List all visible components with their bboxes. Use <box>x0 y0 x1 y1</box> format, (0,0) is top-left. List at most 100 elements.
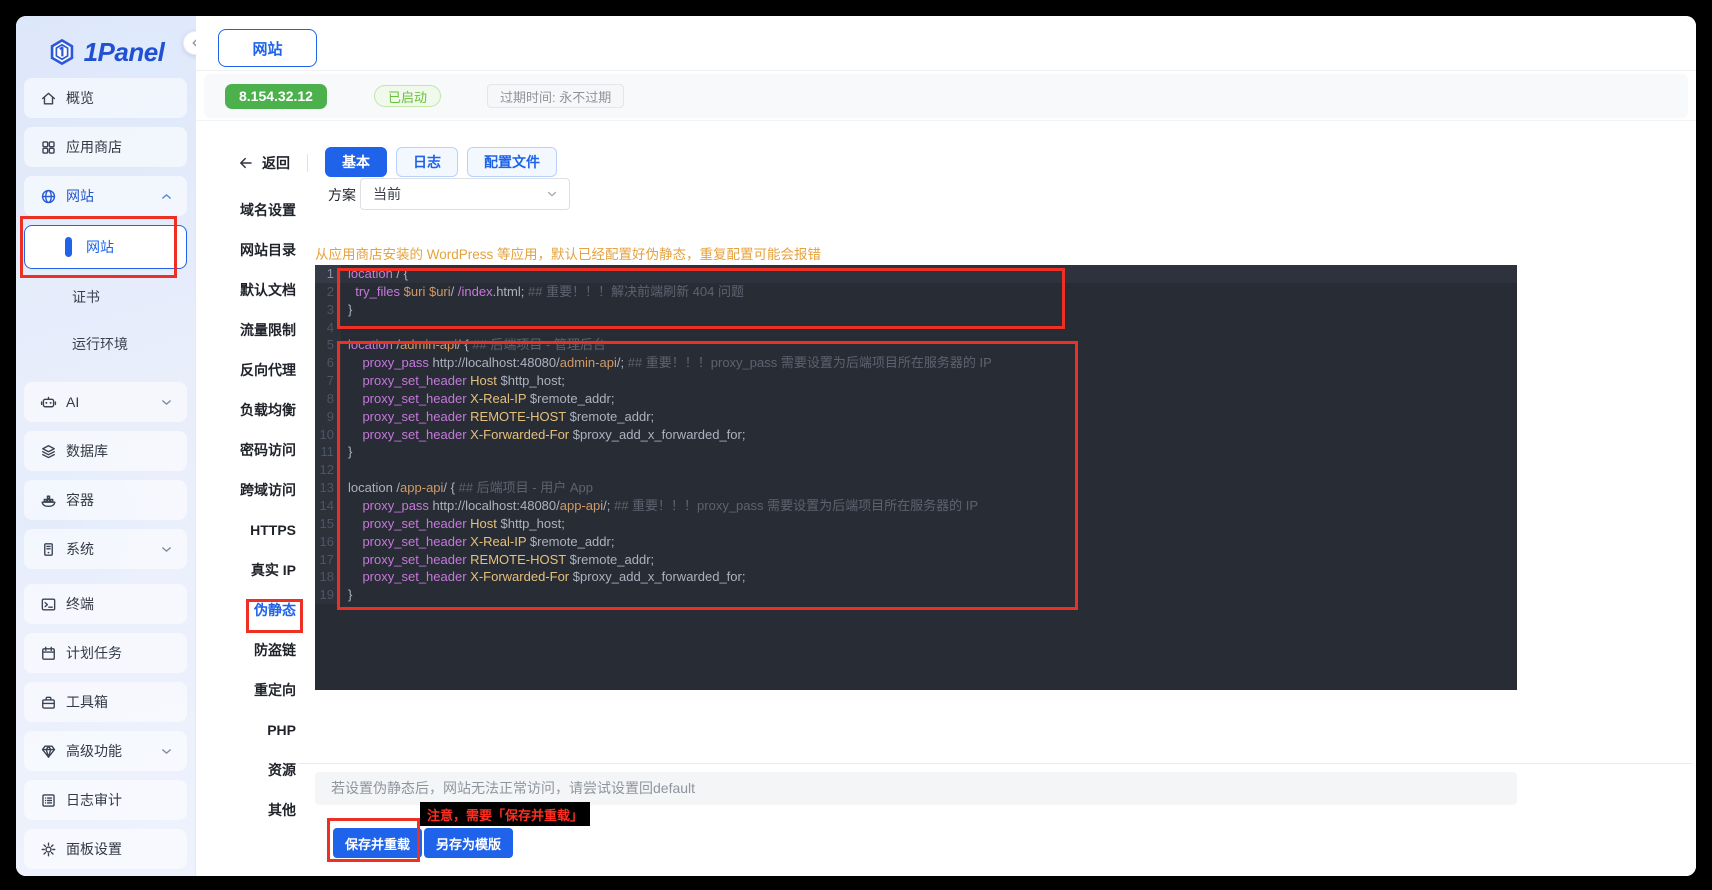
sidebar-item-system[interactable]: 系统 <box>24 529 187 569</box>
sidebar-item-label: 网站 <box>66 186 94 206</box>
sidebar-item-label: 终端 <box>66 594 94 614</box>
sidebar-item-cronjob[interactable]: 计划任务 <box>24 633 187 673</box>
layers-icon <box>40 443 57 460</box>
code-token <box>348 569 362 584</box>
code-line: 3} <box>315 301 1517 319</box>
line-number: 9 <box>315 408 341 426</box>
sidebar-item-audit[interactable]: 日志审计 <box>24 780 187 820</box>
line-number: 2 <box>315 283 341 301</box>
subnav-item-php[interactable]: PHP <box>210 719 296 741</box>
sidebar-item-label: 容器 <box>66 490 94 510</box>
sidebar-item-terminal[interactable]: 终端 <box>24 584 187 624</box>
code-line-content: try_files $uri $uri/ /index.html; ## 重要！… <box>341 283 744 301</box>
subnav-item-real-ip[interactable]: 真实 IP <box>210 559 296 581</box>
subnav-item-domain[interactable]: 域名设置 <box>210 199 296 221</box>
subnav-item-cors[interactable]: 跨域访问 <box>210 479 296 501</box>
subnav-item-site-dir[interactable]: 网站目录 <box>210 239 296 261</box>
code-token: ## 重要！！！proxy_pass 需要设置为后端项目所在服务器的 IP <box>628 355 992 370</box>
sidebar-item-appstore[interactable]: 应用商店 <box>24 127 187 167</box>
subnav-item-load-balance[interactable]: 负载均衡 <box>210 399 296 421</box>
subnav-item-https[interactable]: HTTPS <box>210 519 296 541</box>
code-token: $uri <box>429 284 451 299</box>
line-number: 19 <box>315 586 341 604</box>
line-number: 13 <box>315 479 341 497</box>
sidebar-item-overview[interactable]: 概览 <box>24 78 187 118</box>
sidebar-item-ai[interactable]: AI <box>24 382 187 422</box>
code-line-content <box>341 319 348 337</box>
sidebar-item-database[interactable]: 数据库 <box>24 431 187 471</box>
line-number: 15 <box>315 515 341 533</box>
code-token: proxy_set_header <box>362 391 466 406</box>
code-token: Host <box>470 373 497 388</box>
code-token: proxy_set_header <box>362 409 466 424</box>
code-token <box>348 391 362 406</box>
subnav-item-password-access[interactable]: 密码访问 <box>210 439 296 461</box>
code-token: location / <box>348 480 400 495</box>
scheme-select[interactable]: 当前 <box>360 178 570 210</box>
rewrite-warning-text: 从应用商店安装的 WordPress 等应用，默认已经配置好伪静态，重复配置可能… <box>315 243 821 263</box>
terminal-icon <box>40 596 57 613</box>
code-token: } <box>348 302 352 317</box>
settings-subnav: 域名设置网站目录默认文档流量限制反向代理负载均衡密码访问跨域访问 HTTPS 真实 … <box>210 199 296 821</box>
code-token: $remote_addr; <box>566 552 654 567</box>
subnav-item-resource[interactable]: 资源 <box>210 759 296 781</box>
sidebar-subitem-runtime[interactable]: 运行环境 <box>24 325 187 363</box>
line-number: 17 <box>315 551 341 569</box>
sidebar-subitem-certificate[interactable]: 证书 <box>24 278 187 316</box>
sidebar-item-label: 应用商店 <box>66 137 122 157</box>
view-tab-log[interactable]: 日志 <box>396 147 458 177</box>
sidebar-item-settings[interactable]: 面板设置 <box>24 829 187 869</box>
code-token: app-api <box>560 498 603 513</box>
code-token: / <box>451 284 458 299</box>
code-line-content: proxy_set_header X-Forwarded-For $proxy_… <box>341 426 745 444</box>
code-token: $http_host; <box>497 516 565 531</box>
sidebar-subitem-website[interactable]: 网站 <box>24 225 187 269</box>
code-token: admin-api <box>400 337 457 352</box>
chevron-down-icon <box>158 743 175 760</box>
divider <box>307 154 308 172</box>
sidebar-item-label: 日志审计 <box>66 790 122 810</box>
code-token: proxy_set_header <box>362 516 466 531</box>
code-line: 12 <box>315 461 1517 479</box>
save-as-template-button[interactable]: 另存为模版 <box>424 828 513 858</box>
code-token: proxy_pass <box>362 355 428 370</box>
code-token: $uri <box>404 284 426 299</box>
tab-website[interactable]: 网站 <box>218 29 317 67</box>
sidebar-item-website[interactable]: 网站 <box>24 176 187 216</box>
code-line: 9 proxy_set_header REMOTE-HOST $remote_a… <box>315 408 1517 426</box>
view-tab-config-file[interactable]: 配置文件 <box>467 147 557 177</box>
scheme-label: 方案 <box>328 185 356 205</box>
1panel-logo-icon <box>47 37 77 67</box>
code-token: X-Real-IP <box>470 534 526 549</box>
screen: 1Panel 概览应用商店网站网站证书运行环境AI数据库容器系统终端计划任务工具… <box>0 0 1712 890</box>
chevron-down-icon <box>545 187 559 201</box>
code-line: 6 proxy_pass http://localhost:48080/admi… <box>315 354 1517 372</box>
subnav-item-rewrite[interactable]: 伪静态 <box>210 599 296 621</box>
save-and-reload-button[interactable]: 保存并重载 <box>333 828 422 858</box>
back-button[interactable]: 返回 <box>238 153 290 173</box>
code-line-content: location / { <box>341 265 408 283</box>
subnav-item-rate-limit[interactable]: 流量限制 <box>210 319 296 341</box>
view-tab-basic[interactable]: 基本 <box>325 147 387 177</box>
code-token: $remote_addr; <box>526 534 614 549</box>
sidebar-item-container[interactable]: 容器 <box>24 480 187 520</box>
subnav-item-default-doc[interactable]: 默认文档 <box>210 279 296 301</box>
sidebar-item-advanced[interactable]: 高级功能 <box>24 731 187 771</box>
code-token: / { <box>443 480 458 495</box>
code-token: / { <box>457 337 472 352</box>
code-token: REMOTE-HOST <box>470 552 566 567</box>
rewrite-hint-text: 若设置伪静态后，网站无法正常访问，请尝试设置回default <box>315 772 1517 805</box>
line-number: 16 <box>315 533 341 551</box>
code-token: /; <box>617 355 628 370</box>
subnav-item-reverse-proxy[interactable]: 反向代理 <box>210 359 296 381</box>
code-token: location <box>348 266 393 281</box>
sidebar-item-toolbox[interactable]: 工具箱 <box>24 682 187 722</box>
nginx-config-editor[interactable]: 1location / {2 try_files $uri $uri/ /ind… <box>315 265 1517 690</box>
code-line-content: } <box>341 443 352 461</box>
subnav-item-other[interactable]: 其他 <box>210 799 296 821</box>
scheme-select-value: 当前 <box>373 184 401 204</box>
code-token: $remote_addr; <box>566 409 654 424</box>
subnav-item-redirect[interactable]: 重定向 <box>210 679 296 701</box>
subnav-item-anti-leech[interactable]: 防盗链 <box>210 639 296 661</box>
sidebar-subitem-label: 运行环境 <box>72 334 128 354</box>
